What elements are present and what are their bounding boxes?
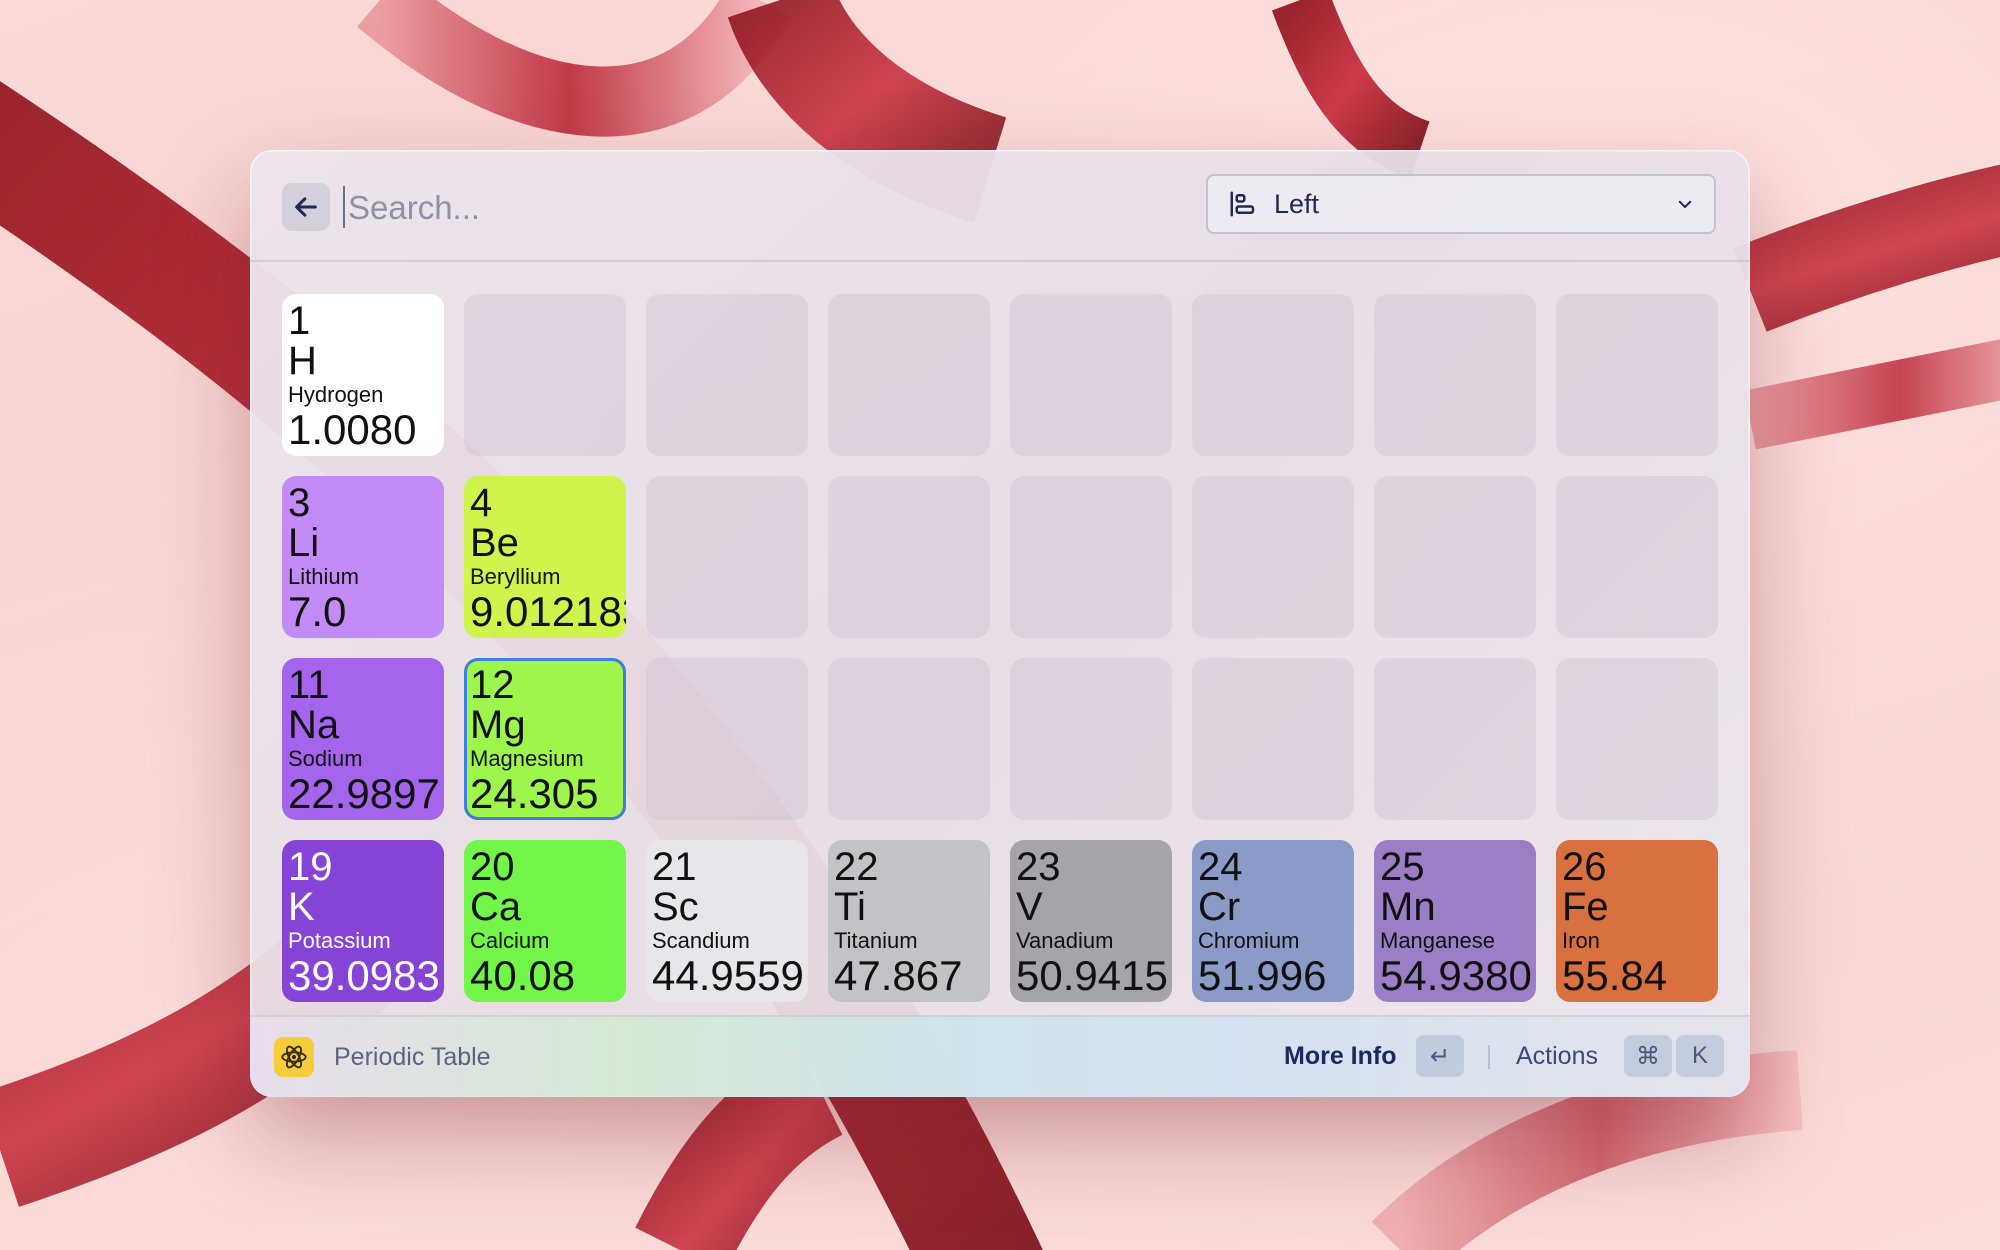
element-symbol: Mg (470, 703, 526, 747)
element-symbol: V (1016, 885, 1043, 929)
back-button[interactable] (282, 183, 330, 231)
empty-cell (646, 476, 808, 638)
text-caret (343, 186, 345, 228)
empty-cell (1374, 658, 1536, 820)
atomic-mass: 54.9380 (1380, 952, 1532, 999)
empty-cell (1010, 658, 1172, 820)
empty-cell (646, 294, 808, 456)
element-name: Calcium (470, 928, 550, 953)
empty-cell (828, 658, 990, 820)
element-name: Vanadium (1016, 928, 1114, 953)
search-input[interactable] (346, 180, 1150, 236)
atomic-mass: 47.867 (834, 952, 963, 999)
empty-cell (1374, 294, 1536, 456)
element-symbol: H (288, 339, 317, 383)
atomic-mass: 40.08 (470, 952, 576, 999)
element-name: Beryllium (470, 564, 561, 589)
more-info-button[interactable]: More Info (1284, 1042, 1397, 1071)
empty-cell (464, 294, 626, 456)
element-cell-scandium[interactable]: 21 Sc Scandium 44.9559 (646, 840, 808, 1002)
element-name: Iron (1562, 928, 1600, 953)
atomic-mass: 9.012183 (470, 588, 626, 635)
element-symbol: Mn (1380, 885, 1436, 929)
periodic-table-window: Left 1HHydrogen1.0080 3LiLithium7.04BeBer… (250, 150, 1750, 1097)
element-name: Magnesium (470, 746, 584, 771)
element-symbol: Ca (470, 885, 522, 929)
element-cell-iron[interactable]: 26 Fe Iron 55.84 (1556, 840, 1718, 1002)
element-symbol: Sc (652, 885, 699, 929)
empty-cell (1192, 476, 1354, 638)
atom-icon (274, 1037, 314, 1077)
atomic-mass: 7.0 (288, 588, 347, 635)
atomic-mass: 50.9415 (1016, 952, 1168, 999)
element-cell-chromium[interactable]: 24 Cr Chromium 51.996 (1192, 840, 1354, 1002)
element-cell-lithium[interactable]: 3 Li Lithium 7.0 (282, 476, 444, 638)
empty-cell (1374, 476, 1536, 638)
empty-cell (1192, 294, 1354, 456)
k-key-badge: K (1676, 1035, 1724, 1077)
element-cell-vanadium[interactable]: 23 V Vanadium 50.9415 (1010, 840, 1172, 1002)
empty-cell (1556, 476, 1718, 638)
empty-cell (1010, 476, 1172, 638)
empty-cell (828, 476, 990, 638)
arrow-left-icon (295, 197, 317, 217)
empty-cell (646, 658, 808, 820)
element-symbol: Be (470, 521, 519, 565)
empty-cell (1556, 294, 1718, 456)
element-symbol: Fe (1562, 885, 1609, 929)
chevron-down-icon (1678, 200, 1692, 208)
empty-cell (1556, 658, 1718, 820)
atomic-mass: 55.84 (1562, 952, 1668, 999)
element-symbol: Ti (834, 885, 866, 929)
element-cell-hydrogen[interactable]: 1 H Hydrogen 1.0080 (282, 294, 444, 456)
app-name: Periodic Table (334, 1043, 491, 1071)
element-symbol: Li (288, 521, 320, 565)
element-cell-sodium[interactable]: 11 Na Sodium 22.9897 (282, 658, 444, 820)
search-header: Left (250, 150, 1750, 262)
element-symbol: Cr (1198, 885, 1241, 929)
align-left-icon (1230, 191, 1255, 217)
atomic-mass: 1.0080 (288, 406, 417, 453)
element-name: Lithium (288, 564, 359, 589)
element-name: Scandium (652, 928, 750, 953)
empty-cell (1010, 294, 1172, 456)
atomic-mass: 44.9559 (652, 952, 804, 999)
element-name: Chromium (1198, 928, 1300, 953)
element-name: Titanium (834, 928, 918, 953)
element-grid: 1 H Hydrogen 1.0080 3 Li Lithium 7.0 4 Be Berylliu… (282, 294, 1718, 1002)
element-name: Manganese (1380, 928, 1495, 953)
footer-divider (1488, 1045, 1490, 1069)
element-name: Hydrogen (288, 382, 384, 407)
action-bar: Periodic Table More Info ↵ Actions ⌘ K (250, 1015, 1750, 1097)
element-name: Potassium (288, 928, 391, 953)
empty-cell (828, 294, 990, 456)
atomic-mass: 24.305 (470, 770, 599, 817)
atomic-mass: 22.9897 (288, 770, 440, 817)
atomic-mass: 51.996 (1198, 952, 1327, 999)
return-key-badge: ↵ (1416, 1035, 1464, 1077)
dropdown-label: Left (1274, 188, 1320, 219)
element-cell-calcium[interactable]: 20 Ca Calcium 40.08 (464, 840, 626, 1002)
command-key-badge: ⌘ (1624, 1035, 1672, 1077)
alignment-dropdown[interactable]: Left (1206, 174, 1716, 234)
atomic-mass: 39.0983 (288, 952, 440, 999)
element-name: Sodium (288, 746, 363, 771)
element-cell-magnesium[interactable]: 12 Mg Magnesium 24.305 (464, 658, 626, 820)
element-cell-titanium[interactable]: 22 Ti Titanium 47.867 (828, 840, 990, 1002)
element-symbol: Na (288, 703, 340, 747)
element-symbol: K (288, 885, 315, 929)
empty-cell (1192, 658, 1354, 820)
element-cell-beryllium[interactable]: 4BeBeryllium9.012183 (464, 476, 626, 638)
element-cell-manganese[interactable]: 25 Mn Manganese 54.9380 (1374, 840, 1536, 1002)
actions-button[interactable]: Actions (1516, 1042, 1598, 1071)
element-cell-potassium[interactable]: 19 K Potassium 39.0983 (282, 840, 444, 1002)
